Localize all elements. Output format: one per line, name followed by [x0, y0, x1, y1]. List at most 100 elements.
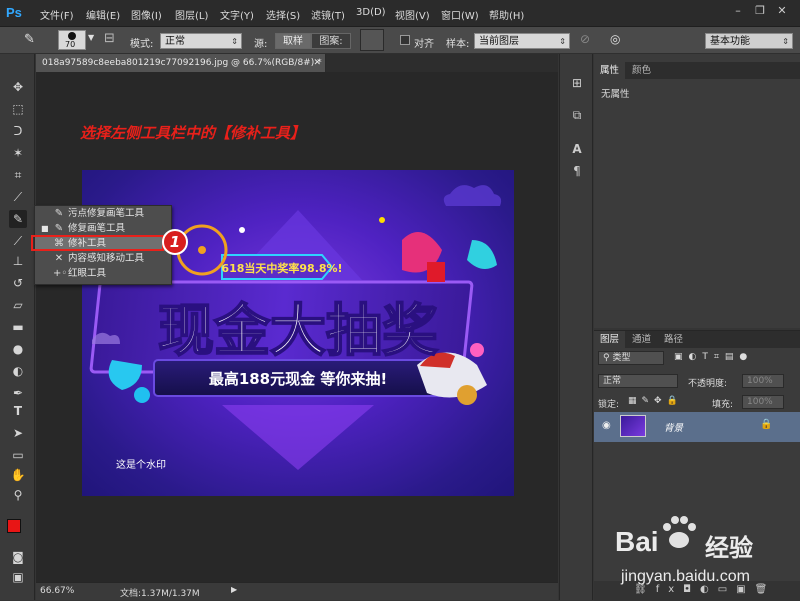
workspace-select[interactable]: 基本功能 ⇕ [705, 33, 793, 49]
watermark-brand: Bai [615, 526, 659, 557]
move-tool-icon[interactable]: ✥ [9, 78, 27, 96]
properties-tabs: 属性 颜色 [594, 62, 800, 79]
status-menu-arrow-icon[interactable]: ▶ [231, 585, 237, 594]
gradient-tool-icon[interactable]: ▬ [9, 318, 27, 336]
bg-diamond-bottom [222, 405, 374, 470]
history-panel-icon[interactable]: ⊞ [568, 74, 586, 92]
flyout-item-label: 修复画笔工具 [68, 223, 126, 234]
menu-image[interactable]: 图像(I) [131, 7, 162, 22]
menu-3d[interactable]: 3D(D) [356, 7, 386, 18]
brush-settings-icon[interactable]: ⊟ [104, 31, 115, 46]
properties-content: 无属性 [601, 89, 630, 100]
opacity-input[interactable]: 100% [742, 374, 784, 388]
liquid-splash-left [108, 360, 142, 390]
layer-name[interactable]: 背景 [664, 420, 683, 434]
menu-filter[interactable]: 滤镜(T) [311, 7, 345, 22]
lock-icons[interactable]: ▦✎✥🔒 [628, 396, 683, 406]
layer-filter-icons[interactable]: ▣◐T⌗▤● [674, 352, 753, 362]
eyedropper-tool-icon[interactable]: ⟋ [9, 188, 27, 206]
menu-select[interactable]: 选择(S) [266, 7, 300, 22]
ignore-adjustment-layers-icon[interactable]: ⊘ [580, 32, 590, 46]
menu-view[interactable]: 视图(V) [395, 7, 430, 22]
menu-edit[interactable]: 编辑(E) [86, 7, 120, 22]
brush-size-value: 70 [65, 40, 76, 49]
source-sampled-button[interactable]: 取样 [275, 33, 311, 49]
character-panel-icon[interactable]: A [568, 140, 586, 158]
crop-tool-icon[interactable]: ⌗ [9, 166, 27, 184]
menu-window[interactable]: 窗口(W) [441, 7, 479, 22]
menu-layer[interactable]: 图层(L) [175, 7, 208, 22]
flyout-item-label: 红眼工具 [68, 268, 107, 279]
flyout-item-content-aware-move[interactable]: ✕ 内容感知移动工具 [35, 251, 171, 266]
zoom-tool-icon[interactable]: ⚲ [9, 486, 27, 504]
dodge-tool-icon[interactable]: ◐ [9, 362, 27, 380]
close-icon[interactable]: ✕ [774, 4, 790, 18]
quick-mask-icon[interactable]: ◙ [9, 548, 27, 566]
layer-filter-select[interactable]: ⚲ 类型 [598, 351, 664, 365]
mode-select[interactable]: 正常 ⇕ [160, 33, 242, 49]
pen-tool-icon[interactable]: ✒ [9, 384, 27, 402]
brush-tool-icon[interactable]: ⟋ [9, 232, 27, 250]
status-bar: 66.67% 文档:1.37M/1.37M ▶ [36, 582, 558, 600]
prize-rate-text: 618当天中奖率98.8%! [221, 261, 342, 275]
instruction-annotation: 选择左侧工具栏中的【修补工具】 [80, 124, 306, 142]
type-tool-icon[interactable]: T [9, 402, 27, 420]
layer-row-background[interactable]: ◉ 背景 🔒 [594, 412, 800, 442]
flyout-item-red-eye[interactable]: +◦ 红眼工具 [35, 266, 171, 281]
sample-label: 样本: [446, 39, 470, 50]
document-tab[interactable]: 018a97589c8eeba801219c77092196.jpg @ 66.… [36, 54, 326, 72]
aligned-checkbox[interactable] [400, 35, 410, 45]
restore-icon[interactable]: ❐ [752, 4, 768, 18]
menu-help[interactable]: 帮助(H) [489, 7, 524, 22]
eraser-tool-icon[interactable]: ▱ [9, 296, 27, 314]
tab-paths[interactable]: 路径 [658, 331, 689, 348]
layers-tabs: 图层 通道 路径 [594, 331, 800, 348]
blend-mode-select[interactable]: 正常 [598, 374, 678, 388]
headline-text: 现金大抽奖 [158, 299, 438, 364]
lasso-tool-icon[interactable]: ᑐ [9, 122, 27, 140]
zoom-level[interactable]: 66.67% [40, 586, 74, 596]
flyout-item-label: 污点修复画笔工具 [68, 208, 145, 219]
foreground-color-swatch[interactable] [7, 519, 21, 533]
close-tab-icon[interactable]: ✕ [313, 54, 321, 72]
baidu-jingyan-watermark: Bai 经验 jingyan.baidu.com [615, 510, 795, 600]
workspace-value: 基本功能 [710, 36, 750, 47]
flyout-item-spot-healing[interactable]: ✎ 污点修复画笔工具 [35, 206, 171, 221]
magic-wand-tool-icon[interactable]: ✶ [9, 144, 27, 162]
brush-tip-icon [68, 32, 76, 40]
tab-channels[interactable]: 通道 [626, 331, 657, 348]
sample-select[interactable]: 当前图层 ⇕ [474, 33, 570, 49]
brush-preset-picker[interactable]: 70 [58, 30, 86, 50]
menu-type[interactable]: 文字(Y) [220, 7, 254, 22]
pattern-picker[interactable] [360, 29, 384, 51]
source-label: 源: [254, 39, 268, 50]
chevron-down-icon[interactable]: ▼ [88, 33, 94, 42]
pressure-size-icon[interactable]: ◎ [610, 32, 620, 46]
flyout-item-healing-brush[interactable]: ■ ✎ 修复画笔工具 [35, 221, 171, 236]
hand-tool-icon[interactable]: ✋ [9, 466, 27, 484]
blur-tool-icon[interactable]: ● [9, 340, 27, 358]
rectangle-tool-icon[interactable]: ▭ [9, 446, 27, 464]
tab-layers[interactable]: 图层 [594, 331, 626, 348]
history-brush-tool-icon[interactable]: ↺ [9, 274, 27, 292]
menu-file[interactable]: 文件(F) [40, 7, 74, 22]
marquee-tool-icon[interactable]: ⬚ [9, 100, 27, 118]
fill-input[interactable]: 100% [742, 395, 784, 409]
screen-mode-icon[interactable]: ▣ [9, 568, 27, 586]
path-selection-tool-icon[interactable]: ➤ [9, 424, 27, 442]
layer-filter-value: 类型 [612, 353, 631, 363]
minimize-icon[interactable]: – [730, 4, 746, 18]
eye-icon[interactable]: ◉ [602, 420, 611, 431]
paw-logo-icon [663, 516, 696, 548]
panel-icon-strip: ⊞ ⧉ A ¶ [559, 54, 593, 600]
healing-brush-tool-icon[interactable]: ✎ [9, 210, 27, 228]
source-pattern-button[interactable]: 图案: [311, 33, 351, 49]
fill-label: 填充: [712, 400, 734, 410]
image-watermark-text: 这是个水印 [116, 458, 166, 471]
clone-source-icon[interactable]: ⧉ [568, 106, 586, 124]
paragraph-panel-icon[interactable]: ¶ [568, 162, 586, 180]
clone-stamp-tool-icon[interactable]: ⊥ [9, 252, 27, 270]
healing-tool-preset-icon[interactable]: ✎ [24, 32, 35, 47]
tab-color[interactable]: 颜色 [626, 62, 657, 79]
tab-properties[interactable]: 属性 [594, 62, 626, 79]
